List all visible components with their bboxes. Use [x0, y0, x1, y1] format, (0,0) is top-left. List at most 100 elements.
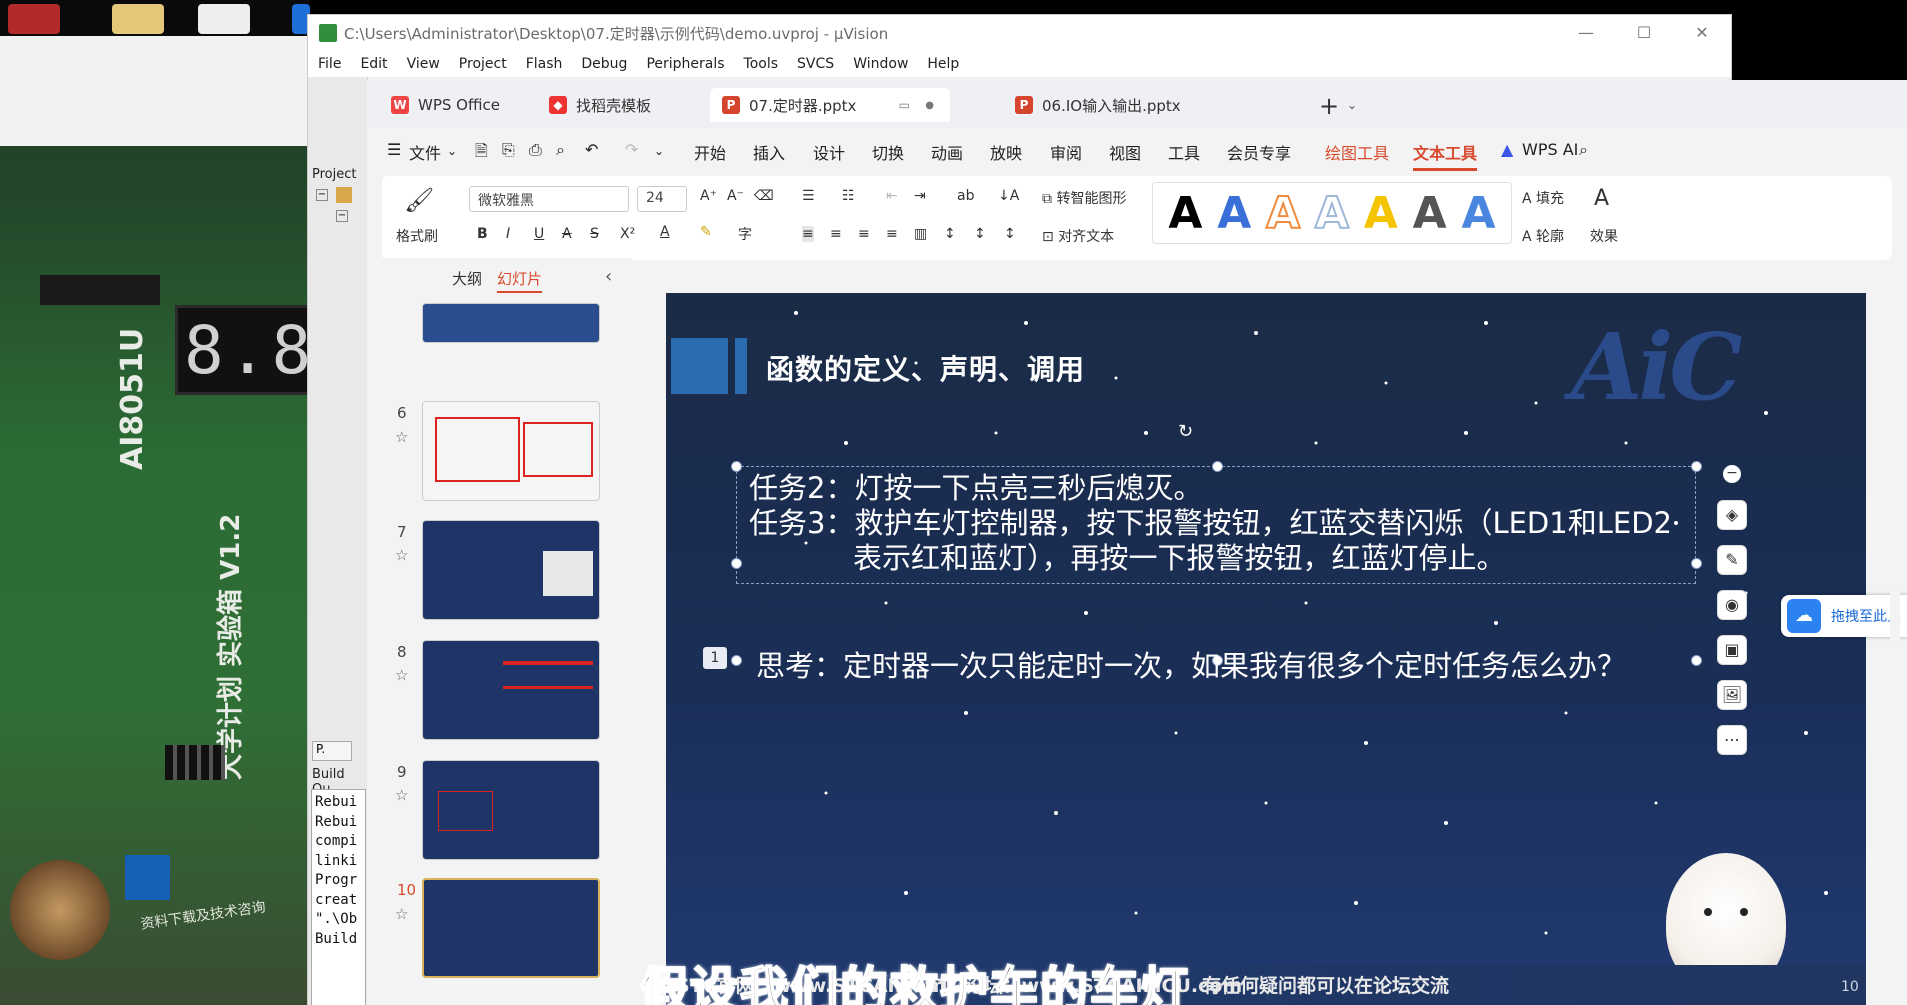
menu-edit[interactable]: Edit: [360, 56, 387, 72]
text-style-light-outline[interactable]: A: [1314, 187, 1350, 240]
resize-handle[interactable]: [731, 461, 742, 472]
indent-icon[interactable]: ⇥: [914, 188, 926, 204]
font-name-select[interactable]: 微软雅黑: [469, 186, 629, 212]
ribbon-tab-insert[interactable]: 插入: [753, 140, 785, 164]
task-line-3[interactable]: 表示红和蓝灯），再按一下报警按钮，红蓝灯停止。: [853, 535, 1506, 577]
wps-ai-icon[interactable]: ▲: [1501, 140, 1513, 159]
ribbon-tab-design[interactable]: 设计: [813, 140, 845, 164]
text-style-blue[interactable]: A: [1217, 188, 1251, 239]
text-style-blue-2[interactable]: A: [1461, 188, 1495, 239]
drag-upload-button[interactable]: ☁ 拖拽至此上: [1781, 595, 1907, 637]
ribbon-tab-member[interactable]: 会员专享: [1227, 140, 1291, 164]
tree-collapse-icon-2[interactable]: −: [336, 210, 348, 222]
text-style-yellow[interactable]: A: [1364, 188, 1398, 239]
pen-icon[interactable]: ✎: [1717, 545, 1747, 575]
slide-title[interactable]: 函数的定义、声明、调用: [766, 348, 1085, 388]
tab-timer-pptx[interactable]: P 07.定时器.pptx ▭ ●: [710, 88, 950, 122]
text-direction-icon[interactable]: ab: [957, 188, 974, 204]
numbering-icon[interactable]: ☷: [842, 188, 855, 204]
print-icon[interactable]: ⎙: [529, 140, 542, 160]
save-icon[interactable]: 🗎: [475, 140, 488, 167]
outdent-icon[interactable]: ⇤: [886, 188, 898, 204]
maximize-icon[interactable]: ☐: [1615, 15, 1673, 51]
redo-icon[interactable]: ↷: [625, 140, 638, 159]
spacing-icon[interactable]: ↕: [1004, 226, 1016, 242]
tab-io-pptx[interactable]: P 06.IO输入输出.pptx: [1015, 88, 1181, 122]
chevron-down-icon[interactable]: ⌄: [654, 144, 664, 158]
ribbon-tab-animation[interactable]: 动画: [931, 140, 963, 164]
menu-project[interactable]: Project: [459, 56, 507, 72]
image-icon[interactable]: 🖼: [1717, 680, 1747, 710]
font-size-select[interactable]: 24: [637, 186, 687, 212]
menu-view[interactable]: View: [407, 56, 440, 72]
slide-thumbnail[interactable]: [422, 640, 600, 740]
slide-thumbnail[interactable]: [422, 760, 600, 860]
screen-icon[interactable]: ▭: [899, 98, 910, 112]
close-icon[interactable]: ✕: [1673, 15, 1731, 51]
resize-handle[interactable]: [1691, 655, 1702, 666]
format-painter-button[interactable]: 格式刷: [396, 226, 438, 246]
vertical-scrollbar[interactable]: [1890, 274, 1900, 974]
resize-handle[interactable]: [1691, 461, 1702, 472]
align-text-button[interactable]: ⊡ 对齐文本: [1042, 226, 1114, 246]
text-style-black[interactable]: A: [1168, 188, 1202, 239]
menu-help[interactable]: Help: [927, 56, 959, 72]
bold-icon[interactable]: B: [477, 226, 488, 242]
align-right-icon[interactable]: ≡: [858, 226, 870, 242]
slide-thumbnail[interactable]: [422, 303, 600, 343]
distribute-icon[interactable]: ▥: [914, 226, 927, 242]
chevron-down-icon[interactable]: ⌄: [447, 144, 457, 158]
shadow-icon[interactable]: S: [590, 226, 599, 242]
star-icon[interactable]: ☆: [395, 546, 408, 564]
menu-svcs[interactable]: SVCS: [797, 56, 834, 72]
chevron-down-icon[interactable]: ⌄: [1347, 98, 1357, 112]
collapse-toolbar-icon[interactable]: −: [1723, 465, 1741, 483]
slide-canvas[interactable]: AiC 函数的定义、声明、调用 ↻ 任务2：灯按一下点亮三秒后熄灭。 任务3：救…: [666, 293, 1866, 1005]
text-effect-icon[interactable]: A: [1594, 186, 1609, 211]
think-question[interactable]: 思考：定时器一次只能定时一次，如果我有很多个定时任务怎么办？: [756, 643, 1626, 685]
tab-outline[interactable]: 大纲: [452, 268, 482, 289]
strike-icon[interactable]: A: [562, 226, 572, 242]
export-icon[interactable]: ⎘: [502, 140, 515, 160]
font-grow-icon[interactable]: A⁺: [700, 188, 717, 204]
star-icon[interactable]: ☆: [395, 786, 408, 804]
resize-handle[interactable]: [731, 558, 742, 569]
taskbar-qq-icon[interactable]: [198, 4, 250, 34]
ribbon-tab-drawing-tools[interactable]: 绘图工具: [1325, 140, 1389, 164]
slide-thumbnail-active[interactable]: [422, 878, 600, 978]
resize-handle[interactable]: [1212, 461, 1223, 472]
sort-icon[interactable]: ↓A: [998, 188, 1019, 204]
more-icon[interactable]: ⋯: [1717, 725, 1747, 755]
tree-collapse-icon[interactable]: −: [316, 189, 328, 201]
search-icon[interactable]: ⌕: [1579, 140, 1588, 160]
superscript-icon[interactable]: X²: [620, 226, 635, 242]
ribbon-tab-view[interactable]: 视图: [1109, 140, 1141, 164]
tab-wps-office[interactable]: W WPS Office: [391, 88, 500, 122]
align-center-icon[interactable]: ≡: [830, 226, 842, 242]
text-fill-button[interactable]: A 填充: [1522, 188, 1564, 208]
bullets-icon[interactable]: ☰: [802, 188, 815, 204]
ribbon-tab-text-tools[interactable]: 文本工具: [1413, 140, 1478, 171]
preview-icon[interactable]: ⌕: [556, 140, 565, 160]
hamburger-icon[interactable]: ☰: [387, 140, 401, 159]
menu-file-wps[interactable]: 文件: [409, 140, 441, 164]
taskbar-app-icon[interactable]: [8, 4, 60, 34]
tab-docer[interactable]: ◆ 找稻壳模板: [549, 88, 651, 122]
line-spacing-icon[interactable]: ↕: [944, 226, 956, 242]
fill-icon[interactable]: ◉: [1717, 590, 1747, 620]
para-spacing-icon[interactable]: ↕: [974, 226, 986, 242]
font-color-icon[interactable]: A: [660, 224, 670, 240]
smart-shape-button[interactable]: ⧉ 转智能图形: [1042, 188, 1126, 208]
minimize-icon[interactable]: —: [1557, 15, 1615, 51]
resize-handle[interactable]: [1691, 558, 1702, 569]
collapse-panel-icon[interactable]: ‹: [605, 266, 612, 287]
ribbon-tab-wps-ai[interactable]: WPS AI: [1522, 140, 1578, 159]
font-shrink-icon[interactable]: A⁻: [727, 188, 744, 204]
menu-peripherals[interactable]: Peripherals: [646, 56, 724, 72]
star-icon[interactable]: ☆: [395, 428, 408, 446]
text-outline-button[interactable]: A 轮廓: [1522, 226, 1564, 246]
undo-icon[interactable]: ↶: [585, 140, 598, 159]
format-painter-icon[interactable]: 🖌: [404, 186, 434, 214]
rotate-handle-icon[interactable]: ↻: [1178, 421, 1193, 442]
star-icon[interactable]: ☆: [395, 666, 408, 684]
